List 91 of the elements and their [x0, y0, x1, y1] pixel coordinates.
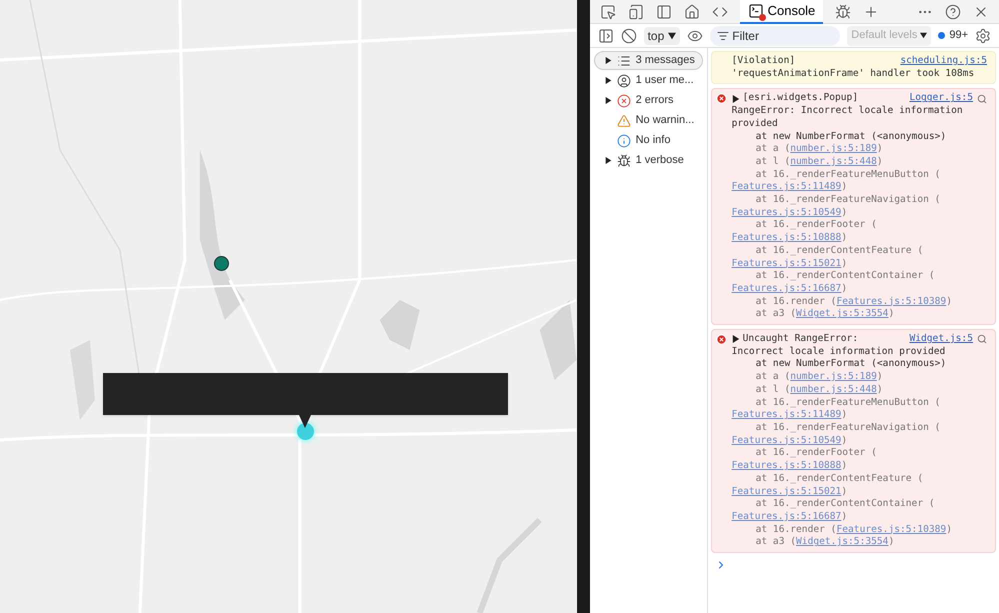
- caret-icon[interactable]: [668, 32, 676, 40]
- filter-icon: [717, 30, 730, 42]
- terminal-icon: [748, 2, 764, 18]
- sidebar-label: No info: [636, 133, 670, 148]
- help-icon[interactable]: [945, 4, 961, 20]
- warning-icon: [616, 114, 631, 128]
- source-link[interactable]: Widget.js:5: [909, 333, 973, 346]
- stack-frame: at a (number.js:5:189): [732, 371, 987, 384]
- stack-frame: at new NumberFormat (<anonymous>): [732, 130, 987, 144]
- stack-frame: at a3 (Widget.js:5:3554): [732, 308, 987, 322]
- stack-frame: at 16._renderFeatureMenuButton ( Features.js:5:11489): [732, 168, 987, 194]
- stack-frame: at a3 (Widget.js:5:3554): [732, 536, 987, 550]
- sidebar-item[interactable]: 1 user me...: [594, 71, 703, 90]
- sidebar-icon[interactable]: [598, 28, 614, 44]
- message-title: Uncaught RangeError:: [742, 333, 858, 346]
- stack-frame: at 16._renderFooter ( Features.js:5:10888): [732, 219, 987, 245]
- source-link[interactable]: Features.js:5:10389: [836, 524, 946, 535]
- source-link[interactable]: Features.js:5:10549: [732, 206, 842, 218]
- stack-frame: at l (number.js:5:448): [732, 384, 987, 397]
- message-text: Incorrect locale information provided: [732, 346, 946, 358]
- search-icon[interactable]: [977, 94, 987, 104]
- source-link[interactable]: Features.js:5:11489: [732, 181, 842, 192]
- stack-frame: at 16._renderContentContainer ( Features.js:5:16687): [732, 498, 987, 524]
- source-link[interactable]: Features.js:5:10389: [836, 296, 946, 307]
- sidebar-item[interactable]: 3 messages: [594, 51, 703, 70]
- bug-icon: [616, 154, 631, 168]
- filter-field[interactable]: Filter: [710, 26, 840, 46]
- sidebar-label: 3 messages: [636, 53, 695, 68]
- source-link[interactable]: number.js:5:189: [790, 371, 877, 382]
- info-icon: [616, 134, 631, 148]
- search-icon[interactable]: [977, 334, 987, 344]
- user-icon: [616, 74, 631, 88]
- message-text: 'requestAnimationFrame' handler took 108ms: [732, 68, 976, 80]
- source-link[interactable]: scheduling.js:5: [900, 55, 987, 68]
- error-icon: [616, 94, 631, 108]
- stack-frame: at 16._renderFooter ( Features.js:5:10888): [732, 447, 987, 473]
- sidebar-label: 2 errors: [636, 93, 674, 108]
- source-link[interactable]: Features.js:5:16687: [732, 282, 842, 294]
- source-link[interactable]: Features.js:5:10888: [732, 232, 842, 244]
- source-link[interactable]: Features.js:5:10888: [732, 460, 842, 472]
- stack-frame: at 16._renderContentFeature ( Features.js:5:15021): [732, 244, 987, 270]
- source-link[interactable]: Widget.js:5:3554: [796, 308, 888, 320]
- error-icon: [716, 334, 727, 346]
- stack-frame: at new NumberFormat (<anonymous>): [732, 358, 987, 372]
- error-badge-icon: [758, 14, 766, 20]
- sidebar-label: 1 user me...: [636, 73, 694, 88]
- stack-frame: at 16.render (Features.js:5:10389): [732, 524, 987, 536]
- sidebar-label: No warnin...: [636, 113, 694, 128]
- expand-arrow-icon[interactable]: [604, 157, 612, 164]
- expand-arrow-icon[interactable]: [732, 335, 740, 344]
- sidebar-item[interactable]: 2 errors: [594, 91, 703, 110]
- stack-frame: at 16._renderContentContainer ( Features.js:5:16687): [732, 270, 987, 296]
- source-link[interactable]: Features.js:5:15021: [732, 486, 842, 496]
- source-link[interactable]: Features.js:5:11489: [732, 409, 842, 420]
- panel-splitter[interactable]: [576, 0, 590, 613]
- inspect-icon[interactable]: [600, 4, 616, 20]
- error-icon: [716, 93, 727, 104]
- source-link[interactable]: Features.js:5:16687: [732, 510, 842, 522]
- message-title: [Violation]: [732, 55, 796, 68]
- settings-icon[interactable]: [975, 28, 991, 44]
- sidebar-item[interactable]: No info: [594, 131, 703, 150]
- clear-icon[interactable]: [620, 28, 637, 44]
- source-link[interactable]: Features.js:5:15021: [732, 258, 842, 269]
- stack-frame: at 16._renderFeatureNavigation ( Features.js:5:10549): [732, 194, 987, 220]
- source-link[interactable]: number.js:5:189: [790, 143, 877, 154]
- panel-icon[interactable]: [656, 4, 672, 20]
- source-link[interactable]: Logger.js:5: [909, 92, 973, 106]
- expand-arrow-icon[interactable]: [604, 97, 612, 104]
- sidebar-item[interactable]: 1 verbose: [594, 151, 703, 170]
- stack-frame: at a (number.js:5:189): [732, 143, 987, 156]
- expand-arrow-icon[interactable]: [604, 77, 612, 84]
- stack-frame: at 16._renderFeatureMenuButton ( Features.js:5:11489): [732, 396, 987, 422]
- source-link[interactable]: Features.js:5:10549: [732, 434, 842, 446]
- expand-arrow-icon[interactable]: [604, 57, 612, 64]
- source-link[interactable]: number.js:5:448: [790, 384, 877, 395]
- sidebar-label: 1 verbose: [636, 153, 684, 168]
- stack-frame: at 16._renderFeatureNavigation ( Features.js:5:10549): [732, 422, 987, 448]
- stack-frame: at l (number.js:5:448): [732, 156, 987, 169]
- console-tab[interactable]: Console: [740, 0, 824, 24]
- stack-frame: at 16._renderContentFeature ( Features.js:5:15021): [732, 472, 987, 498]
- expand-arrow-icon[interactable]: [732, 94, 740, 103]
- bug-icon[interactable]: [835, 4, 852, 20]
- context-dropdown[interactable]: top: [644, 26, 680, 44]
- source-link[interactable]: number.js:5:448: [790, 156, 877, 167]
- sidebar-item[interactable]: No warnin...: [594, 111, 703, 130]
- message-title: [esri.widgets.Popup]: [742, 92, 858, 106]
- home-icon[interactable]: [684, 4, 700, 20]
- issues-counter[interactable]: 99+: [938, 27, 968, 44]
- source-link[interactable]: Widget.js:5:3554: [796, 536, 888, 548]
- stack-frame: at 16.render (Features.js:5:10389): [732, 296, 987, 308]
- device-icon[interactable]: [628, 4, 644, 20]
